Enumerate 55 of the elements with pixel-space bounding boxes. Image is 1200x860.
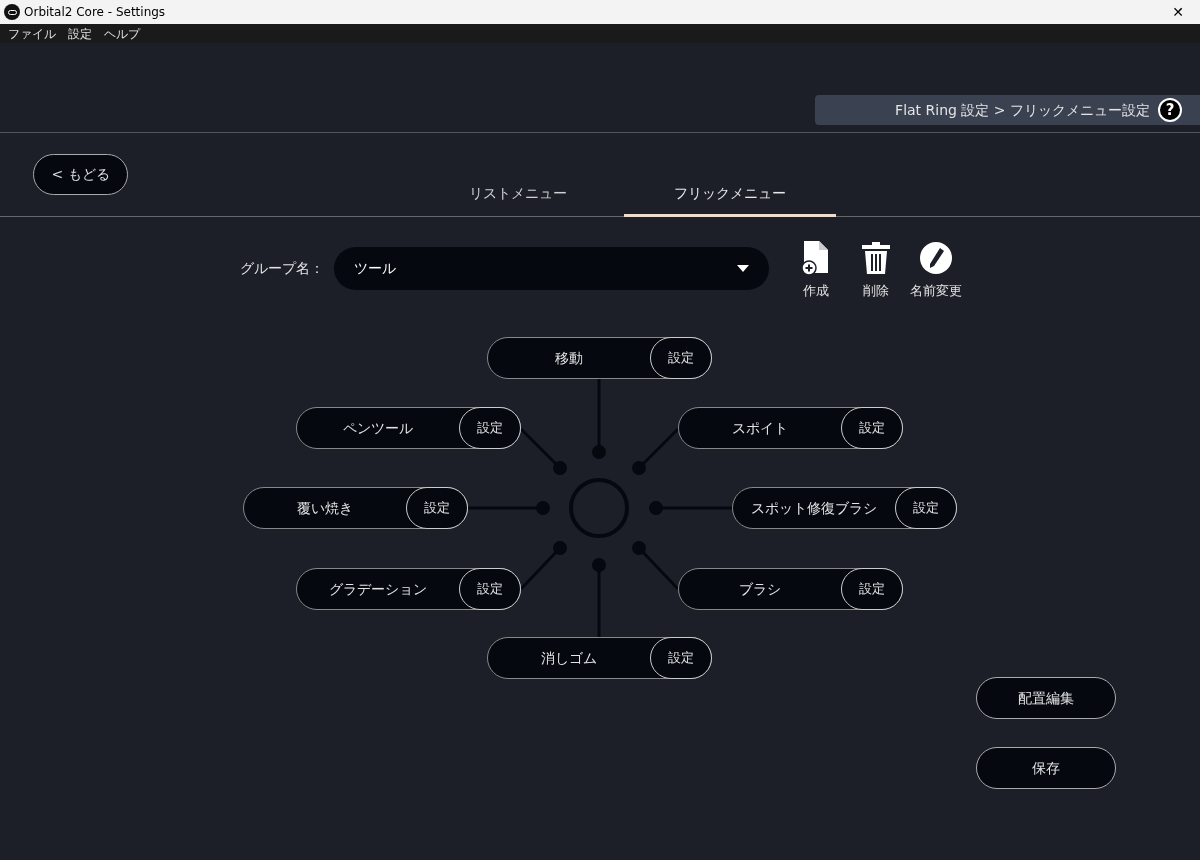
tab[interactable]: フリックメニュー [624,173,836,217]
menu-item[interactable]: ヘルプ [104,26,140,41]
flick-menu-slot[interactable]: 消しゴム 設定 [487,637,712,679]
flick-menu-slot[interactable]: スポット修復ブラシ 設定 [732,487,957,529]
connector-line [519,541,567,591]
app-logo-icon [4,4,20,20]
flick-menu-slot[interactable]: ペンツール 設定 [296,407,521,449]
flick-menu-slot[interactable]: グラデーション 設定 [296,568,521,610]
group-name-label: グループ名： [240,259,325,278]
action-button[interactable]: 名前変更 [910,241,962,301]
menu-item[interactable]: 設定 [68,26,92,41]
breadcrumb-text: Flat Ring 設定 > フリックメニュー設定 [895,100,1150,120]
trash-icon [862,242,890,274]
settings-button[interactable]: 設定 [459,407,521,449]
pencil-icon [920,242,952,274]
settings-button[interactable]: 設定 [406,487,468,529]
settings-button[interactable]: 設定 [650,337,712,379]
settings-button[interactable]: 設定 [841,407,903,449]
action-label: 削除 [863,282,889,300]
slot-label: グラデーション [328,579,428,599]
settings-button[interactable]: 設定 [650,637,712,679]
flick-menu-slot[interactable]: スポイト 設定 [678,407,903,449]
action-button[interactable]: 保存 [976,747,1116,789]
dropdown-caret-icon [737,265,749,272]
file-plus-icon [802,241,830,275]
help-button[interactable]: ? [1158,98,1182,122]
connector-line [519,427,567,475]
menu-item[interactable]: ファイル [8,26,56,41]
window-title: Orbital2 Core - Settings [24,4,166,21]
flick-menu-slot[interactable]: ブラシ 設定 [678,568,903,610]
flick-menu-slot[interactable]: 覆い焼き 設定 [243,487,468,529]
action-label: 作成 [803,282,829,300]
action-button[interactable]: 配置編集 [976,677,1116,719]
tab[interactable]: リストメニュー [412,173,624,217]
settings-button[interactable]: 設定 [895,487,957,529]
slot-label: 消しゴム [540,648,598,668]
action-button[interactable]: 作成 [790,241,842,301]
action-button[interactable]: 削除 [850,241,902,301]
action-label: 名前変更 [910,282,962,300]
connector-line [632,427,680,475]
center-ring [569,478,629,538]
settings-button[interactable]: 設定 [459,568,521,610]
connector-line [632,541,680,591]
slot-label: ブラシ [738,579,782,599]
back-button[interactable]: < もどる [33,154,128,195]
settings-button[interactable]: 設定 [841,568,903,610]
group-dropdown[interactable]: ツール [334,247,769,290]
slot-label: ペンツール [342,418,414,438]
slot-label: 移動 [554,348,584,368]
close-button[interactable]: ✕ [1160,1,1196,23]
dropdown-value: ツール [354,259,397,278]
slot-label: スポイト [731,418,789,438]
slot-label: スポット修復ブラシ [750,498,878,518]
slot-label: 覆い焼き [296,498,354,518]
flick-menu-slot[interactable]: 移動 設定 [487,337,712,379]
